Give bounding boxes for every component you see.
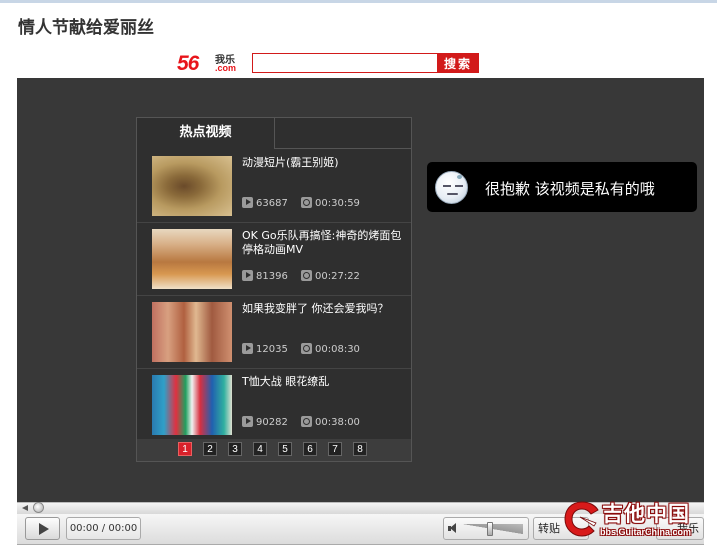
video-item[interactable]: 动漫短片(霸王别姬) 63687 00:30:59	[137, 150, 411, 223]
tab-row: 热点视频	[137, 118, 411, 149]
watermark-name: 吉他中国	[602, 502, 690, 526]
speaker-icon[interactable]	[448, 523, 460, 535]
video-item[interactable]: OK Go乐队再搞怪:神奇的烤面包停格动画MV 81396 00:27:22	[137, 223, 411, 296]
volume-slider[interactable]	[463, 522, 523, 536]
watermark-url: bbs.GuitarChina.com	[600, 527, 692, 537]
page-button[interactable]: 2	[203, 442, 217, 456]
clock-icon	[301, 270, 312, 281]
watermark: 吉他中国 bbs.GuitarChina.com	[560, 497, 717, 547]
video-thumbnail[interactable]	[152, 375, 232, 435]
private-message-text: 很抱歉 该视频是私有的哦	[485, 180, 655, 198]
video-title[interactable]: OK Go乐队再搞怪:神奇的烤面包停格动画MV	[242, 229, 407, 257]
video-meta: 63687 00:30:59	[242, 197, 360, 209]
page-button[interactable]: 3	[228, 442, 242, 456]
video-item[interactable]: 如果我变胖了 你还会爱我吗？ 12035 00:08:30	[137, 296, 411, 369]
video-title[interactable]: 动漫短片(霸王别姬)	[242, 156, 407, 170]
video-duration: 00:27:22	[315, 271, 360, 282]
video-title[interactable]: T恤大战 眼花缭乱	[242, 375, 407, 389]
video-thumbnail[interactable]	[152, 229, 232, 289]
sad-face-icon	[435, 171, 468, 204]
video-meta: 81396 00:27:22	[242, 270, 360, 282]
play-button[interactable]	[25, 517, 60, 540]
page-button[interactable]: 5	[278, 442, 292, 456]
page-button[interactable]: 4	[253, 442, 267, 456]
play-count-icon	[242, 197, 253, 208]
guitar-china-logo-icon	[564, 501, 599, 537]
clock-icon	[301, 343, 312, 354]
page-button[interactable]: 6	[303, 442, 317, 456]
video-duration: 00:38:00	[315, 417, 360, 428]
video-thumbnail[interactable]	[152, 156, 232, 216]
view-count: 63687	[256, 198, 288, 209]
seek-handle[interactable]	[33, 502, 44, 513]
page-title: 情人节献给爱丽丝	[18, 18, 154, 38]
video-duration: 00:08:30	[315, 344, 360, 355]
volume-track[interactable]	[463, 524, 523, 534]
logo-domain: .com	[215, 63, 237, 73]
search-button[interactable]: 搜索	[437, 53, 479, 73]
clock-icon	[301, 197, 312, 208]
view-count: 90282	[256, 417, 288, 428]
view-count: 12035	[256, 344, 288, 355]
logo-number: 56	[177, 52, 199, 75]
clock-icon	[301, 416, 312, 427]
video-meta: 90282 00:38:00	[242, 416, 360, 428]
play-count-icon	[242, 416, 253, 427]
volume-handle[interactable]	[487, 522, 493, 536]
video-meta: 12035 00:08:30	[242, 343, 360, 355]
video-thumbnail[interactable]	[152, 302, 232, 362]
video-item[interactable]: T恤大战 眼花缭乱 90282 00:38:00	[137, 369, 411, 442]
time-display: 00:00 / 00:00	[66, 517, 141, 540]
page-button[interactable]: 1	[178, 442, 192, 456]
video-duration: 00:30:59	[315, 198, 360, 209]
tab-hot-videos[interactable]: 热点视频	[137, 118, 275, 149]
view-count: 81396	[256, 271, 288, 282]
search-input[interactable]	[252, 53, 438, 73]
play-count-icon	[242, 270, 253, 281]
video-title[interactable]: 如果我变胖了 你还会爱我吗？	[242, 302, 407, 316]
page-button[interactable]: 8	[353, 442, 367, 456]
play-count-icon	[242, 343, 253, 354]
pagination: 1 2 3 4 5 6 7 8	[137, 439, 411, 461]
page-button[interactable]: 7	[328, 442, 342, 456]
rewind-icon[interactable]	[22, 503, 32, 513]
top-border	[0, 0, 717, 3]
site-logo[interactable]: 56 我乐 .com	[177, 51, 243, 75]
hot-videos-panel: 热点视频 动漫短片(霸王别姬) 63687 00:30:59 OK Go乐队再搞…	[136, 117, 412, 462]
private-video-notice: 很抱歉 该视频是私有的哦	[427, 162, 697, 212]
